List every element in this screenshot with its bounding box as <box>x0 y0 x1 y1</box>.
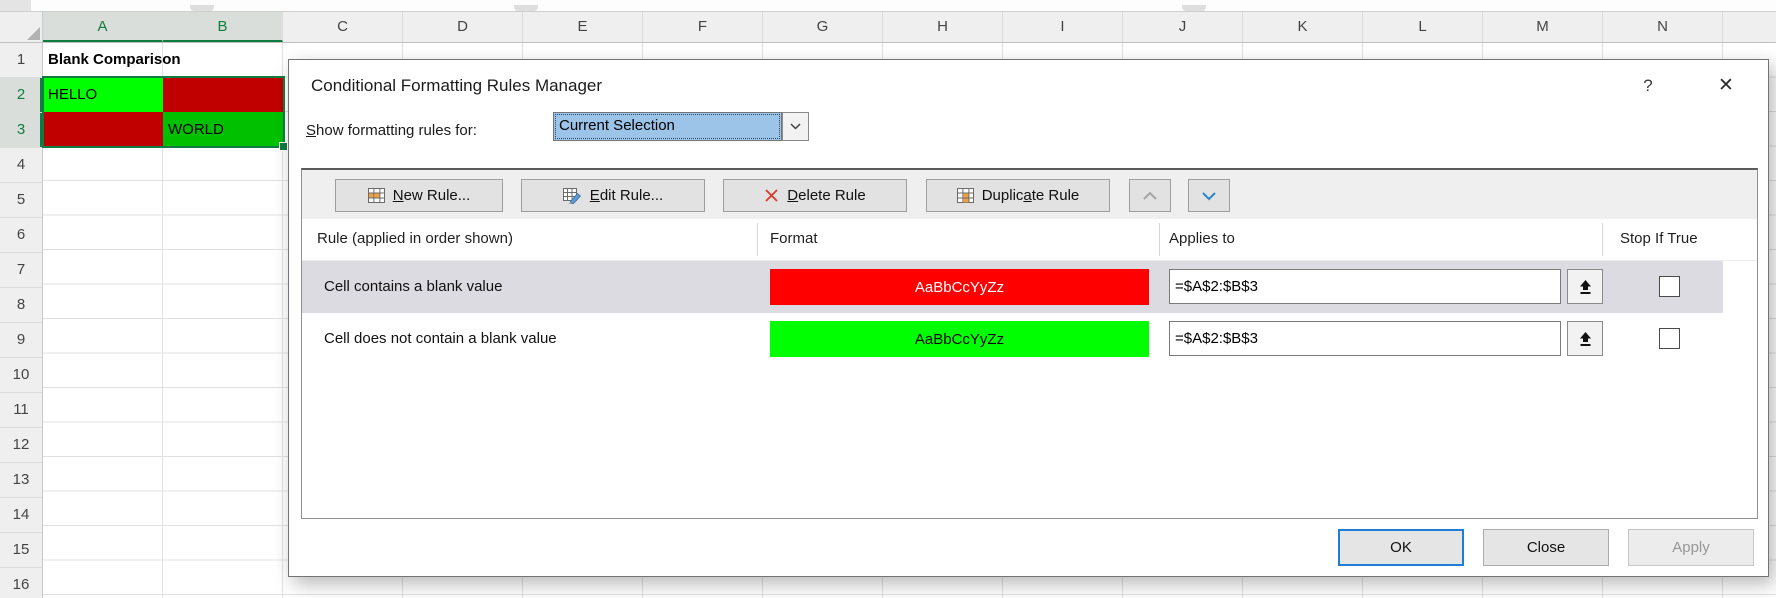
column-header-f[interactable]: F <box>643 12 763 42</box>
edit-table-icon <box>563 188 582 204</box>
header-applies-to: Applies to <box>1169 230 1235 247</box>
row-header-7[interactable]: 7 <box>0 253 42 288</box>
name-box-remnant <box>0 0 31 11</box>
delete-rule-label: Delete Rule <box>787 187 865 204</box>
column-header-g[interactable]: G <box>763 12 883 42</box>
column-header-h[interactable]: H <box>883 12 1003 42</box>
header-rule: Rule (applied in order shown) <box>317 230 513 247</box>
cell-a2[interactable]: HELLO <box>43 77 163 112</box>
column-header-m[interactable]: M <box>1483 12 1603 42</box>
move-rule-down-button[interactable] <box>1188 179 1230 212</box>
row-header-8[interactable]: 8 <box>0 288 42 323</box>
column-header-c[interactable]: C <box>283 12 403 42</box>
rule-2-applies-to-input[interactable] <box>1169 321 1561 356</box>
show-rules-combobox[interactable]: Current Selection <box>553 112 809 141</box>
rule-row-2[interactable]: Cell does not contain a blank value AaBb… <box>302 313 1723 365</box>
chevron-down-icon <box>1200 189 1218 203</box>
ok-button[interactable]: OK <box>1338 529 1464 566</box>
row-header-6[interactable]: 6 <box>0 218 42 253</box>
rules-toolbar: New Rule... Edit Rule... Delete Rul <box>302 170 1757 219</box>
row-header-16[interactable]: 16 <box>0 568 42 598</box>
row-header-15[interactable]: 15 <box>0 533 42 568</box>
collapse-range-icon <box>1578 279 1593 295</box>
select-all-triangle-icon <box>27 27 40 40</box>
cell-b2[interactable] <box>163 77 283 112</box>
close-icon[interactable]: ✕ <box>1711 71 1741 101</box>
header-stop-if-true: Stop If True <box>1620 230 1698 247</box>
row-headers: 12345678910111213141516 <box>0 43 43 598</box>
cell-b3[interactable]: WORLD <box>163 112 283 147</box>
rule-2-format-sample: AaBbCcYyZz <box>770 321 1149 357</box>
column-header-j[interactable]: J <box>1123 12 1243 42</box>
fill-handle[interactable] <box>279 142 288 151</box>
header-separator <box>1159 223 1160 256</box>
cf-rules-manager-dialog: Conditional Formatting Rules Manager ? ✕… <box>288 59 1769 577</box>
combobox-dropdown-button[interactable] <box>782 112 809 141</box>
header-format: Format <box>770 230 818 247</box>
new-rule-button[interactable]: New Rule... <box>335 179 503 212</box>
edit-rule-button[interactable]: Edit Rule... <box>521 179 705 212</box>
red-x-icon <box>764 188 779 203</box>
chevron-up-icon <box>1141 189 1159 203</box>
header-separator <box>1602 223 1603 256</box>
duplicate-rule-button[interactable]: Duplicate Rule <box>926 179 1110 212</box>
row-header-9[interactable]: 9 <box>0 323 42 358</box>
row-header-12[interactable]: 12 <box>0 428 42 463</box>
select-all-corner[interactable] <box>0 12 43 43</box>
formula-bar-divider <box>514 5 538 11</box>
rule-row-1[interactable]: Cell contains a blank value AaBbCcYyZz <box>302 261 1723 313</box>
delete-rule-button[interactable]: Delete Rule <box>723 179 907 212</box>
column-header-i[interactable]: I <box>1003 12 1123 42</box>
formula-bar-divider <box>1182 5 1206 11</box>
column-header-e[interactable]: E <box>523 12 643 42</box>
column-header-d[interactable]: D <box>403 12 523 42</box>
column-header-l[interactable]: L <box>1363 12 1483 42</box>
rule-2-name: Cell does not contain a blank value <box>324 313 557 365</box>
formula-bar-divider <box>190 5 214 11</box>
column-header-k[interactable]: K <box>1243 12 1363 42</box>
show-rules-label: Show formatting rules for: <box>306 122 477 139</box>
chevron-down-icon <box>790 123 801 130</box>
rule-1-stop-if-true-checkbox[interactable] <box>1659 276 1680 297</box>
collapse-range-icon <box>1578 331 1593 347</box>
rule-1-format-sample: AaBbCcYyZz <box>770 269 1149 305</box>
move-rule-up-button[interactable] <box>1129 179 1171 212</box>
row-header-11[interactable]: 11 <box>0 393 42 428</box>
rule-2-collapse-dialog-button[interactable] <box>1567 321 1603 356</box>
row-header-2[interactable]: 2 <box>0 78 42 113</box>
rules-panel: New Rule... Edit Rule... Delete Rul <box>301 168 1758 519</box>
dialog-title: Conditional Formatting Rules Manager <box>311 76 602 96</box>
cell-a1[interactable]: Blank Comparison <box>43 43 181 77</box>
formula-bar-remnant <box>0 0 1776 12</box>
row-header-3[interactable]: 3 <box>0 113 42 148</box>
row-header-4[interactable]: 4 <box>0 148 42 183</box>
rule-1-applies-to-input[interactable] <box>1169 269 1561 304</box>
apply-button[interactable]: Apply <box>1628 529 1754 566</box>
row-header-10[interactable]: 10 <box>0 358 42 393</box>
cell-a3[interactable] <box>43 112 163 147</box>
rule-1-name: Cell contains a blank value <box>324 261 502 313</box>
row-header-5[interactable]: 5 <box>0 183 42 218</box>
rule-1-collapse-dialog-button[interactable] <box>1567 269 1603 304</box>
row-header-14[interactable]: 14 <box>0 498 42 533</box>
combobox-value[interactable]: Current Selection <box>553 112 782 141</box>
header-separator <box>757 223 758 256</box>
table-icon <box>957 188 974 203</box>
edit-rule-label: Edit Rule... <box>590 187 663 204</box>
rule-2-stop-if-true-checkbox[interactable] <box>1659 328 1680 349</box>
help-button[interactable]: ? <box>1635 73 1661 99</box>
row-header-1[interactable]: 1 <box>0 43 42 78</box>
table-icon <box>368 188 385 203</box>
column-header-a[interactable]: A <box>43 12 163 42</box>
column-headers: ABCDEFGHIJKLMN <box>0 12 1776 43</box>
excel-window: ABCDEFGHIJKLMN 12345678910111213141516 B… <box>0 0 1776 598</box>
column-header-n[interactable]: N <box>1603 12 1723 42</box>
column-header-b[interactable]: B <box>163 12 283 42</box>
row-header-13[interactable]: 13 <box>0 463 42 498</box>
new-rule-label: New Rule... <box>393 187 471 204</box>
duplicate-rule-label: Duplicate Rule <box>982 187 1080 204</box>
close-button[interactable]: Close <box>1483 529 1609 566</box>
